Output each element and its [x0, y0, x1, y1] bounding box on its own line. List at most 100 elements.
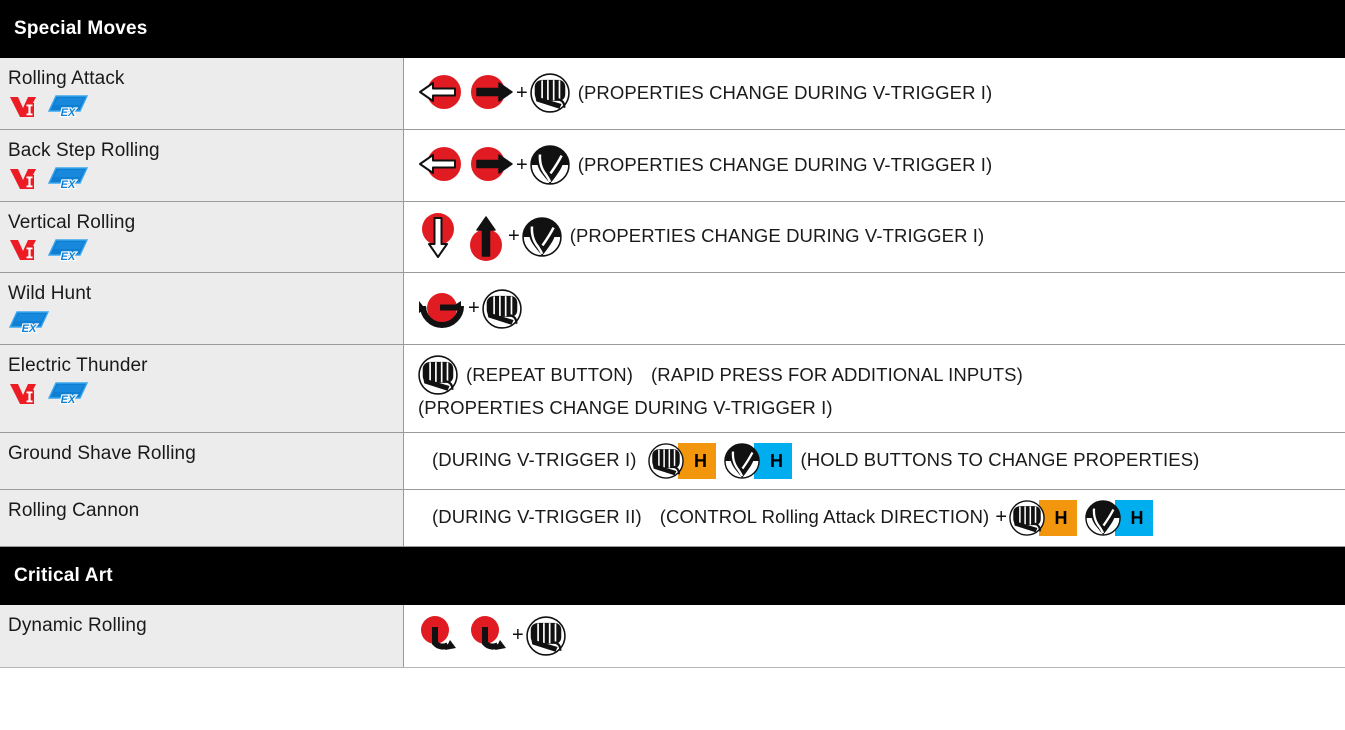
table-row: Ground Shave Rolling (DURING V-TRIGGER I)…	[0, 432, 1345, 490]
move-name: Ground Shave Rolling	[8, 442, 196, 464]
move-list-page: Special Moves Rolling Attack EX + (PROPERTIE…	[0, 0, 1345, 730]
section-title: Special Moves	[14, 18, 148, 39]
svg-text:EX: EX	[61, 394, 76, 406]
table-row: Wild Hunt EX +	[0, 273, 1345, 345]
command-sequence: (DURING V-TRIGGER I) H H (HOLD BUTTONS TO C…	[418, 442, 1339, 479]
ex-badge: EX	[47, 381, 89, 407]
move-input-cell: + (PROPERTIES CHANGE DURING V-TRIGGER I)	[404, 58, 1345, 129]
move-badges: EX	[8, 94, 403, 120]
punch-button-icon	[529, 73, 570, 114]
direction-forward-icon	[470, 145, 514, 185]
punch-button-icon	[1009, 500, 1045, 536]
kick-button-icon	[1085, 500, 1121, 536]
punch-button-icon	[525, 616, 566, 656]
move-name-cell: Rolling Cannon	[0, 489, 404, 546]
plus-separator: +	[468, 297, 480, 320]
command-sequence: + (PROPERTIES CHANGE DURING V-TRIGGER I)	[418, 73, 1339, 114]
ex-badge: EX	[47, 238, 89, 264]
command-sequence: + (PROPERTIES CHANGE DURING V-TRIGGER I)	[418, 145, 1339, 185]
ex-badge: EX	[8, 310, 50, 336]
quarter-circle-forward-icon	[418, 615, 460, 657]
svg-text:EX: EX	[22, 323, 37, 335]
move-name: Rolling Cannon	[8, 499, 140, 521]
plus-separator: +	[516, 153, 528, 176]
svg-text:EX: EX	[61, 107, 76, 119]
move-badges: EX	[8, 237, 403, 264]
plus-separator: +	[512, 624, 524, 647]
move-input-cell: +	[404, 273, 1345, 344]
input-note: (PROPERTIES CHANGE DURING V-TRIGGER I)	[569, 225, 985, 247]
input-note: (DURING V-TRIGGER I)	[432, 449, 637, 471]
ex-badge: EX	[47, 94, 89, 120]
input-note: (RAPID PRESS FOR ADDITIONAL INPUTS)	[651, 363, 1023, 385]
hold-kick-pill: H	[1085, 499, 1154, 536]
move-input-cell: +	[404, 604, 1345, 667]
move-name-cell: Back Step Rolling EX	[0, 129, 404, 201]
direction-forward-icon	[470, 73, 514, 113]
move-input-cell: (REPEAT BUTTON) (RAPID PRESS FOR ADDITION…	[404, 345, 1345, 432]
move-name: Dynamic Rolling	[8, 614, 147, 636]
vtrigger-1-badge	[8, 238, 38, 262]
table-row: Back Step Rolling EX + (PROPERTIES CHANGE D…	[0, 129, 1345, 202]
punch-button-icon	[481, 288, 522, 329]
input-note: (CONTROL Rolling Attack DIRECTION)	[659, 506, 990, 528]
punch-button-icon	[418, 355, 458, 395]
move-name-cell: Vertical Rolling EX	[0, 201, 404, 273]
move-badges: EX	[8, 166, 403, 192]
direction-up-icon	[466, 213, 506, 261]
svg-text:EX: EX	[61, 251, 76, 263]
move-input-cell: (DURING V-TRIGGER I) H H (HOLD BUTTONS TO C…	[404, 432, 1345, 489]
plus-separator: +	[508, 225, 520, 248]
hold-punch-pill: H	[648, 442, 717, 479]
command-sequence: + (PROPERTIES CHANGE DURING V-TRIGGER I)	[418, 212, 1339, 261]
ex-badge: EX	[47, 166, 89, 192]
move-name-cell: Rolling Attack EX	[0, 58, 404, 129]
plus-separator: +	[516, 81, 528, 104]
move-name-cell: Ground Shave Rolling	[0, 432, 404, 489]
move-input-cell: (DURING V-TRIGGER II) (CONTROL Rolling At…	[404, 489, 1345, 546]
direction-back-icon	[418, 145, 462, 185]
half-circle-back-icon	[418, 289, 466, 329]
move-name: Rolling Attack	[8, 68, 125, 89]
move-input-cell: + (PROPERTIES CHANGE DURING V-TRIGGER I)	[404, 201, 1345, 273]
quarter-circle-forward-icon	[468, 615, 510, 657]
table-row: Rolling Attack EX + (PROPERTIES CHANGE DURI…	[0, 58, 1345, 130]
move-name: Electric Thunder	[8, 355, 148, 376]
punch-button-icon	[648, 443, 685, 479]
move-list-root: Special Moves Rolling Attack EX + (PROPERTIE…	[0, 0, 1345, 668]
hold-kick-pill: H	[724, 442, 793, 479]
move-name: Vertical Rolling	[8, 211, 136, 233]
plus-separator: +	[995, 506, 1008, 529]
direction-down-icon	[418, 212, 458, 261]
command-sequence: (REPEAT BUTTON) (RAPID PRESS FOR ADDITION…	[418, 355, 1339, 422]
table-row: Rolling Cannon (DURING V-TRIGGER II) (CONT…	[0, 489, 1345, 547]
command-sequence: +	[418, 288, 1339, 329]
move-input-cell: + (PROPERTIES CHANGE DURING V-TRIGGER I)	[404, 129, 1345, 201]
table-row: Dynamic Rolling +	[0, 604, 1345, 668]
section-header-special-moves: Special Moves	[0, 0, 1345, 58]
table-row: Vertical Rolling EX + (PROPERTIES CHANGE DU…	[0, 201, 1345, 274]
input-note: (REPEAT BUTTON)	[466, 363, 633, 385]
kick-button-icon	[529, 145, 570, 185]
move-name-cell: Electric Thunder EX	[0, 345, 404, 432]
table-row: Electric Thunder EX (REPEAT BUTTON) (RAPID …	[0, 345, 1345, 433]
input-note: (DURING V-TRIGGER II)	[432, 506, 642, 528]
input-note: (PROPERTIES CHANGE DURING V-TRIGGER I)	[418, 397, 833, 418]
input-note: (PROPERTIES CHANGE DURING V-TRIGGER I)	[577, 81, 993, 103]
vtrigger-1-badge	[8, 382, 38, 406]
hold-punch-pill: H	[1009, 499, 1078, 536]
input-note: (PROPERTIES CHANGE DURING V-TRIGGER I)	[577, 153, 993, 175]
move-name: Wild Hunt	[8, 283, 92, 305]
move-name: Back Step Rolling	[8, 139, 160, 161]
section-header-critical-art: Critical Art	[0, 546, 1345, 605]
kick-button-icon	[521, 217, 562, 257]
direction-back-icon	[418, 73, 462, 113]
svg-text:EX: EX	[61, 179, 76, 191]
move-badges: EX	[8, 309, 403, 336]
command-sequence: (DURING V-TRIGGER II) (CONTROL Rolling At…	[418, 499, 1339, 536]
move-name-cell: Dynamic Rolling	[0, 604, 404, 667]
move-badges: EX	[8, 381, 403, 407]
input-note: (HOLD BUTTONS TO CHANGE PROPERTIES)	[800, 449, 1200, 471]
section-title: Critical Art	[14, 564, 113, 586]
vtrigger-1-badge	[8, 167, 38, 191]
